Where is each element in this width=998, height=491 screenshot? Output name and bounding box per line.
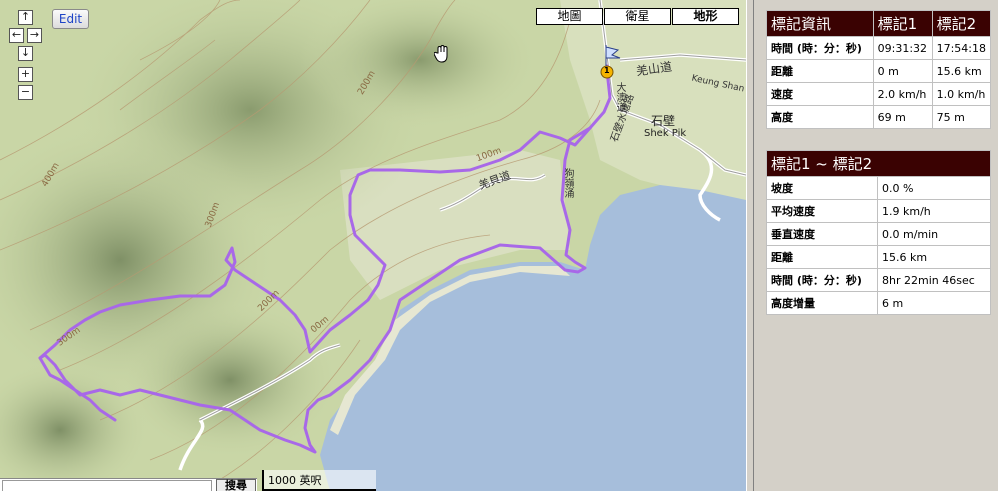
- row-value: 0.0 m/min: [877, 222, 991, 246]
- marker-info-title: 標記資訊: [766, 10, 874, 37]
- row-value: 1.9 km/h: [877, 199, 991, 223]
- row-value: 8hr 22min 46sec: [877, 268, 991, 292]
- marker1-header: 標記1: [872, 10, 933, 37]
- map-search-bar: 搜尋: [0, 478, 257, 491]
- row-value: 6 m: [877, 291, 991, 315]
- marker1-value: 09:31:32: [872, 36, 933, 60]
- marker2-value: 75 m: [931, 105, 992, 129]
- pan-up-button[interactable]: ↑: [18, 10, 33, 25]
- zoom-out-button[interactable]: −: [18, 85, 33, 100]
- row-label: 距離: [766, 59, 874, 83]
- start-marker-label[interactable]: 1: [604, 66, 610, 75]
- panel-divider[interactable]: [746, 0, 754, 491]
- row-label: 坡度: [766, 176, 878, 200]
- map-type-satellite-button[interactable]: 衛星: [604, 8, 671, 25]
- map-type-terrain-button[interactable]: 地形: [672, 8, 739, 25]
- row-value: 15.6 km: [877, 245, 991, 269]
- marker2-value: 1.0 km/h: [931, 82, 992, 106]
- table-row: 時間 (時：分：秒) 09:31:32 17:54:18: [766, 36, 992, 60]
- segment-info-title: 標記1 ~ 標記2: [766, 150, 991, 177]
- pan-right-button[interactable]: →: [27, 28, 42, 43]
- row-label: 時間 (時：分：秒): [766, 268, 878, 292]
- search-button[interactable]: 搜尋: [216, 479, 256, 491]
- table-row: 時間 (時：分：秒) 8hr 22min 46sec: [766, 268, 991, 292]
- table-row: 速度 2.0 km/h 1.0 km/h: [766, 82, 992, 106]
- search-input[interactable]: [2, 480, 212, 491]
- table-row: 高度 69 m 75 m: [766, 105, 992, 129]
- marker2-value: 15.6 km: [931, 59, 992, 83]
- row-value: 0.0 %: [877, 176, 991, 200]
- table-row: 距離 15.6 km: [766, 245, 991, 269]
- row-label: 距離: [766, 245, 878, 269]
- zoom-in-button[interactable]: +: [18, 67, 33, 82]
- scale-bar: 1000 英呎: [262, 470, 376, 491]
- table-row: 垂直速度 0.0 m/min: [766, 222, 991, 246]
- marker1-value: 69 m: [872, 105, 933, 129]
- row-label: 時間 (時：分：秒): [766, 36, 874, 60]
- hand-cursor-icon: [434, 45, 448, 63]
- marker2-header: 標記2: [931, 10, 992, 37]
- row-label: 高度: [766, 105, 874, 129]
- map-type-map-button[interactable]: 地圖: [536, 8, 603, 25]
- pan-left-button[interactable]: ←: [9, 28, 24, 43]
- village-label-zh: 石壁: [651, 114, 676, 128]
- row-label: 垂直速度: [766, 222, 878, 246]
- row-label: 平均速度: [766, 199, 878, 223]
- village-label-en: Shek Pik: [644, 128, 687, 139]
- row-label: 速度: [766, 82, 874, 106]
- marker1-value: 0 m: [872, 59, 933, 83]
- pan-down-button[interactable]: ↓: [18, 46, 33, 61]
- edit-button[interactable]: Edit: [52, 9, 89, 29]
- table-row: 距離 0 m 15.6 km: [766, 59, 992, 83]
- table-row: 坡度 0.0 %: [766, 176, 991, 200]
- segment-info-header: 標記1 ~ 標記2: [766, 150, 991, 177]
- map-type-switcher: 地圖 衛星 地形: [536, 8, 740, 25]
- table-row: 高度增量 6 m: [766, 291, 991, 315]
- marker-info-header: 標記資訊 標記1 標記2: [766, 10, 992, 37]
- marker-info-table: 標記資訊 標記1 標記2 時間 (時：分：秒) 09:31:32 17:54:1…: [766, 10, 992, 129]
- table-row: 平均速度 1.9 km/h: [766, 199, 991, 223]
- marker2-value: 17:54:18: [931, 36, 992, 60]
- road-label-ngo: 狗嶺涌: [562, 168, 573, 198]
- row-label: 高度增量: [766, 291, 878, 315]
- segment-info-table: 標記1 ~ 標記2 坡度 0.0 % 平均速度 1.9 km/h 垂直速度 0.…: [766, 150, 991, 315]
- info-panel: 標記資訊 標記1 標記2 時間 (時：分：秒) 09:31:32 17:54:1…: [754, 0, 998, 491]
- marker1-value: 2.0 km/h: [872, 82, 933, 106]
- terrain-map[interactable]: 羌山道 Keung Shan R 石壁 Shek Pik 大澳道 石壁水塘路 狗…: [0, 0, 746, 491]
